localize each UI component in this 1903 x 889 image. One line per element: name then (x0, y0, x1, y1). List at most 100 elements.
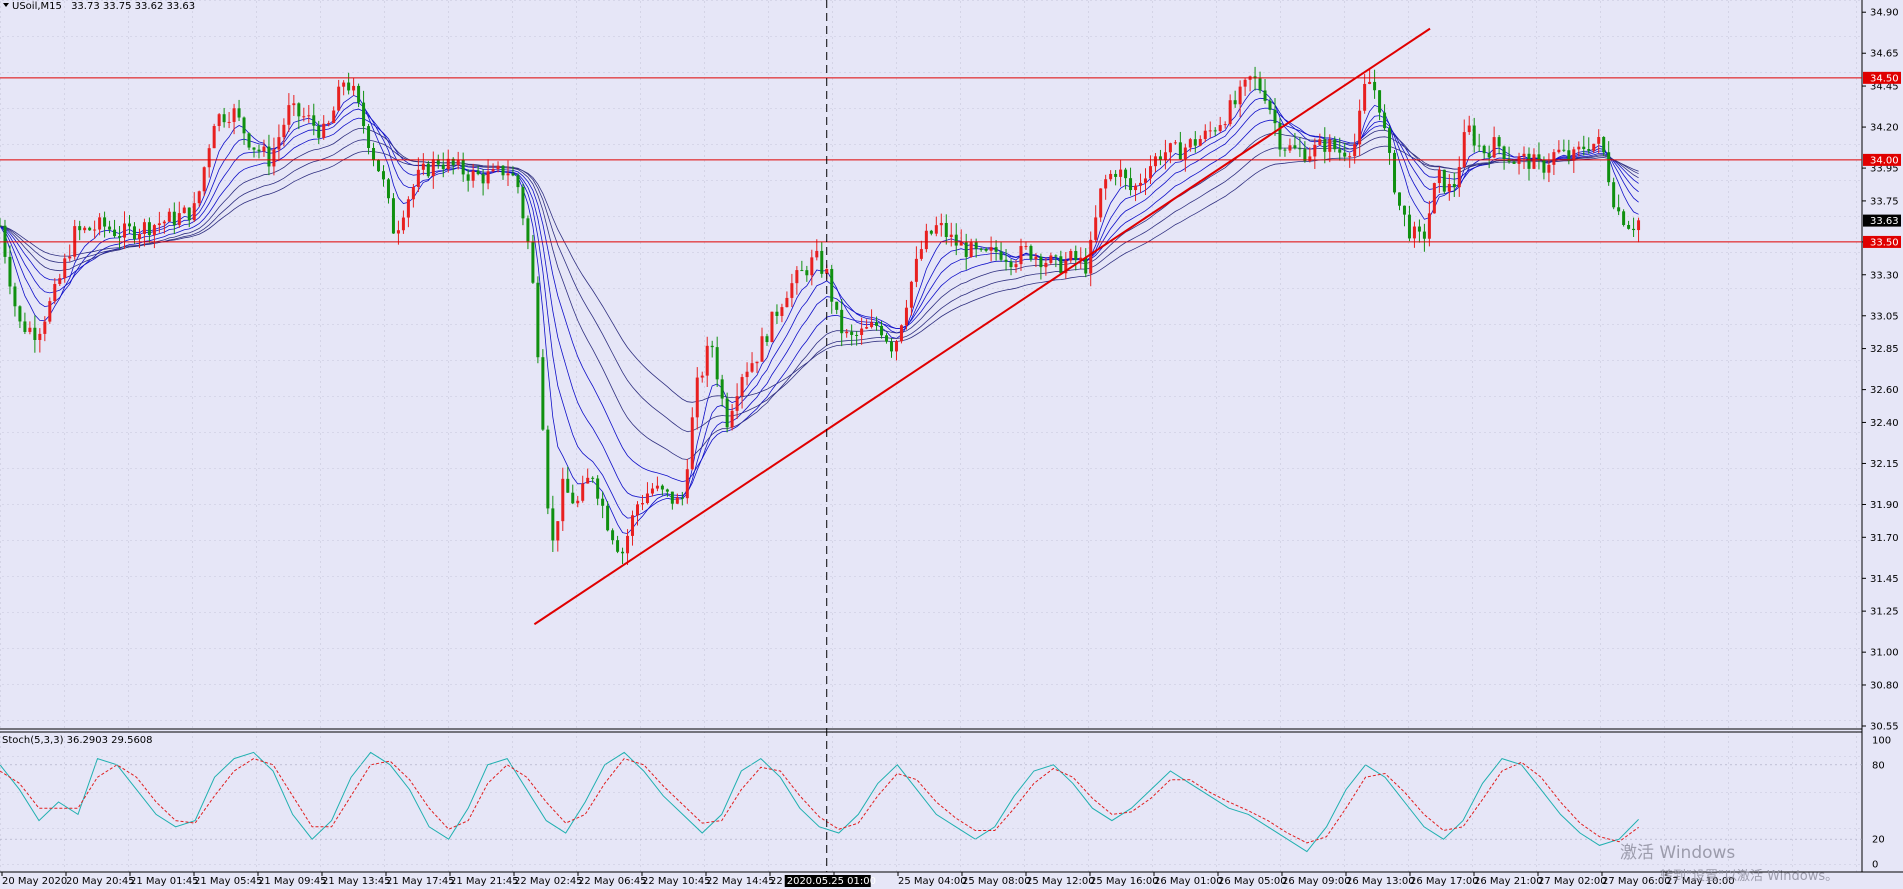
candle-body (670, 491, 674, 504)
candle-body (157, 223, 161, 226)
candle-body (123, 223, 127, 238)
candle-body (561, 478, 565, 522)
candle-body (247, 133, 251, 148)
candle-body (1124, 169, 1128, 179)
candle-body (1074, 251, 1078, 260)
x-tick-label: 2020.05.25 01:00 (787, 876, 876, 887)
candle-body (1597, 137, 1601, 144)
candle-body (875, 322, 879, 326)
candle-body (860, 328, 864, 336)
candle-body (870, 322, 874, 328)
candle-body (596, 478, 600, 499)
candle-body (914, 258, 918, 282)
candle-body (1632, 228, 1636, 231)
candle-body (1338, 149, 1342, 153)
candle-body (1417, 226, 1421, 232)
candle-body (526, 218, 530, 242)
candle-body (267, 146, 271, 167)
x-tick-label: 22 May 14:45 (706, 876, 775, 887)
stoch-plot-area[interactable] (0, 732, 1862, 872)
candle-body (1402, 205, 1406, 215)
candle-body (1268, 100, 1272, 110)
candle-body (1293, 145, 1297, 149)
candle-body (1607, 152, 1611, 183)
candle-body (1104, 179, 1108, 189)
candle-body (1627, 224, 1631, 229)
main-plot-area[interactable] (0, 0, 1862, 728)
candle-body (1502, 146, 1506, 159)
candle-body (302, 116, 306, 118)
candle-body (1482, 145, 1486, 154)
candle-body (292, 103, 296, 106)
candle-body (974, 242, 978, 249)
y-tick-label: 31.00 (1870, 648, 1899, 659)
candle-body (1039, 256, 1043, 268)
candle-body (391, 198, 395, 234)
stoch-tick-label: 80 (1872, 760, 1885, 771)
candle-body (1193, 139, 1197, 146)
candle-body (710, 345, 714, 348)
candle-body (601, 498, 605, 506)
candle-body (1069, 251, 1073, 261)
candle-body (1522, 153, 1526, 157)
candle-body (471, 170, 475, 181)
candle-body (1119, 169, 1123, 177)
candle-body (715, 347, 719, 380)
candle-body (556, 521, 560, 541)
price-label: 33.63 (1870, 216, 1899, 227)
price-chart[interactable]: 34.9034.6534.4534.2033.9533.7533.5033.30… (0, 0, 1903, 889)
candle-body (88, 227, 92, 231)
candle-body (919, 249, 923, 259)
candle-body (1208, 130, 1212, 132)
candle-body (1497, 137, 1501, 147)
candle-body (626, 535, 630, 554)
candle-body (845, 331, 849, 334)
time-axis: 20 May 202020 May 20:4521 May 01:4521 Ma… (1, 872, 1735, 887)
candle-body (177, 213, 181, 225)
candle-body (521, 187, 525, 219)
candle-body (800, 270, 804, 272)
candle-body (944, 222, 948, 238)
candle-body (690, 417, 694, 470)
candle-body (1323, 139, 1327, 152)
candle-body (511, 173, 515, 176)
price-label: 34.00 (1870, 155, 1899, 166)
candle-body (850, 331, 854, 335)
candle-body (1153, 156, 1157, 167)
x-tick-label: 25 May 16:00 (1090, 876, 1159, 887)
x-tick-label: 22 May 02:45 (514, 876, 583, 887)
x-tick-label: 26 May 09:00 (1282, 876, 1351, 887)
candle-body (1388, 128, 1392, 153)
candle-body (621, 551, 625, 554)
candle-body (1622, 211, 1626, 225)
candle-body (352, 85, 356, 91)
y-tick-label: 32.15 (1870, 459, 1899, 470)
y-tick-label: 31.90 (1870, 500, 1899, 511)
candle-body (486, 171, 490, 184)
candle-body (611, 530, 615, 541)
x-tick-label: 21 May 17:45 (386, 876, 455, 887)
candle-body (1158, 156, 1162, 160)
candle-body (810, 257, 814, 276)
candle-body (192, 203, 196, 221)
x-tick-label: 26 May 21:00 (1474, 876, 1543, 887)
candle-body (118, 236, 122, 238)
candle-body (650, 488, 654, 494)
candle-body (631, 515, 635, 536)
candle-body (1313, 144, 1317, 157)
y-tick-label: 34.65 (1870, 49, 1899, 60)
candle-body (227, 121, 231, 123)
candle-body (242, 117, 246, 134)
candle-body (68, 256, 72, 259)
candle-body (197, 191, 201, 204)
candle-body (232, 108, 236, 122)
candle-body (551, 508, 555, 541)
candle-body (396, 230, 400, 234)
candle-body (680, 497, 684, 499)
chart-window[interactable]: 34.9034.6534.4534.2033.9533.7533.5033.30… (0, 0, 1903, 889)
y-tick-label: 31.70 (1870, 533, 1899, 544)
candle-body (23, 321, 27, 332)
candle-body (1577, 146, 1581, 150)
candle-body (660, 485, 664, 490)
candle-body (1437, 169, 1441, 184)
